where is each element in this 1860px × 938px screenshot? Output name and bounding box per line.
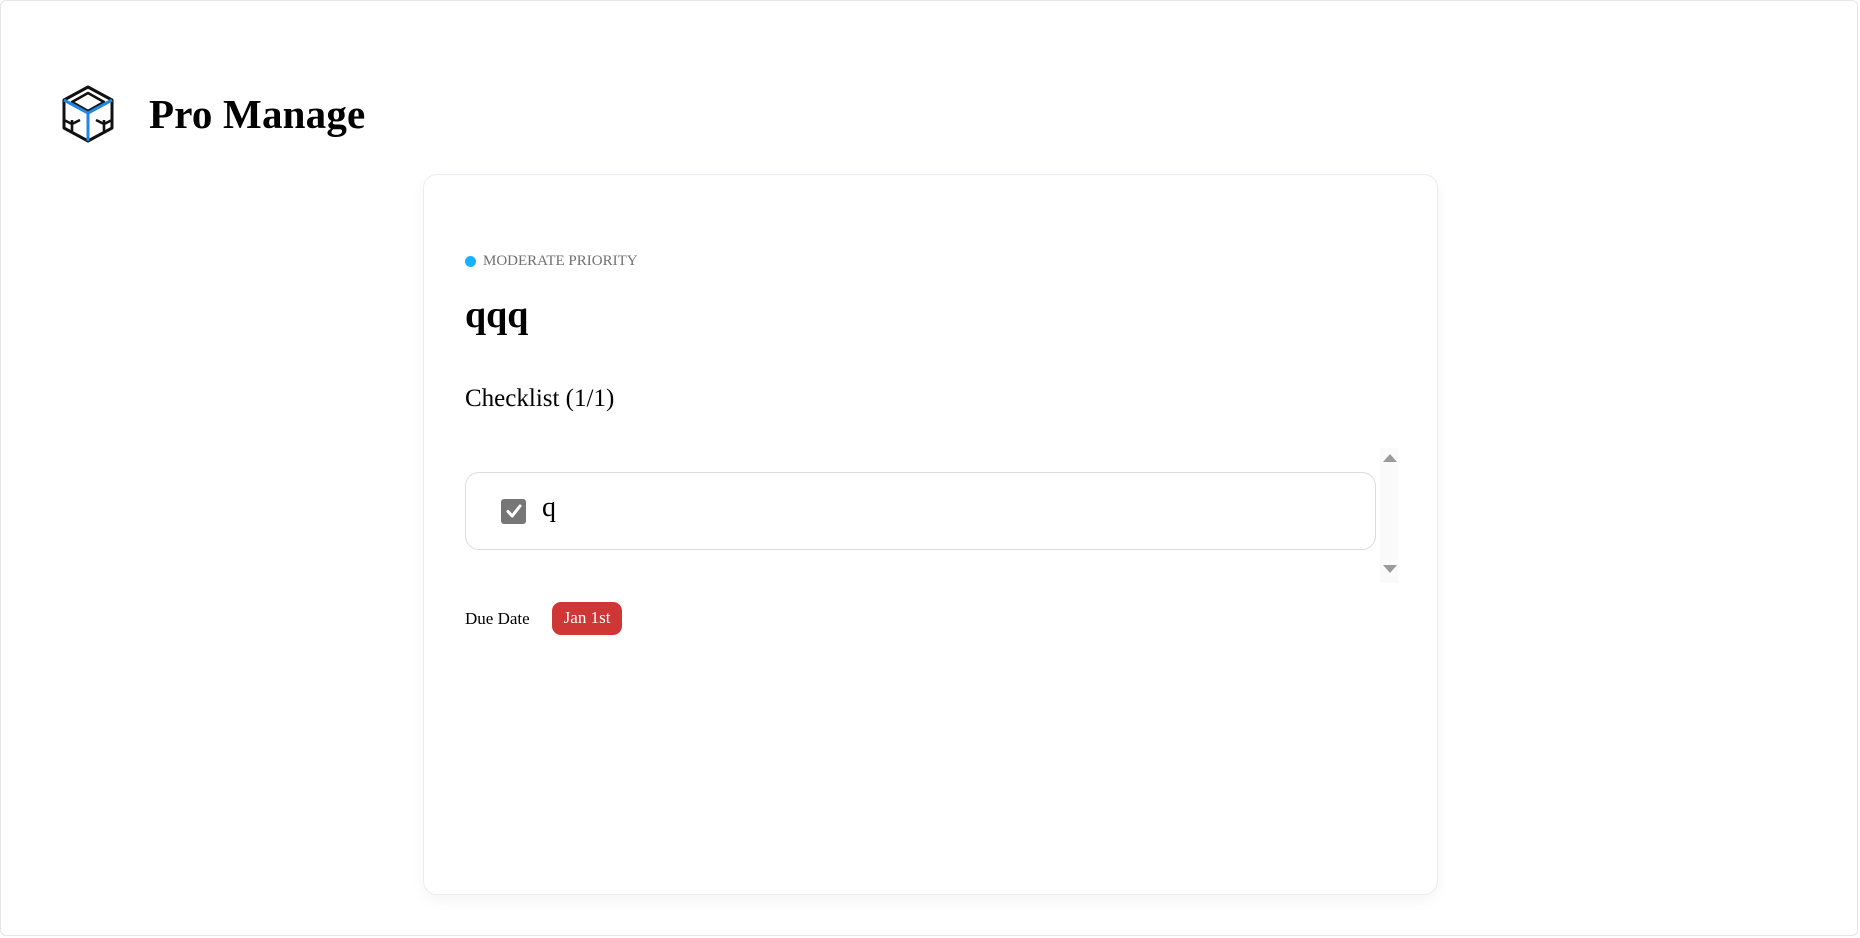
cube-icon: [60, 84, 116, 144]
app-name: Pro Manage: [149, 91, 366, 137]
checkmark-icon: [506, 504, 521, 518]
due-date-badge: Jan 1st: [551, 602, 623, 635]
due-date-row: Due Date Jan 1st: [465, 602, 623, 635]
checklist-item: q: [465, 472, 1376, 550]
scrollbar[interactable]: [1380, 448, 1398, 583]
priority-dot-icon: [465, 256, 476, 267]
priority-indicator: MODERATE PRIORITY: [465, 253, 638, 270]
checklist-scroll-area[interactable]: q: [465, 448, 1398, 583]
task-title: qqq: [465, 294, 529, 336]
priority-label: MODERATE PRIORITY: [483, 253, 638, 269]
due-date-label: Due Date: [465, 608, 530, 628]
checkbox-checked[interactable]: [501, 498, 526, 524]
brand-header: Pro Manage: [60, 84, 365, 144]
checklist-item-text: q: [542, 492, 556, 523]
task-card: MODERATE PRIORITY qqq Checklist (1/1) q …: [423, 174, 1438, 895]
scroll-up-arrow-icon[interactable]: [1383, 454, 1397, 462]
scroll-down-arrow-icon[interactable]: [1383, 565, 1397, 573]
checklist-title: Checklist (1/1): [465, 385, 615, 412]
